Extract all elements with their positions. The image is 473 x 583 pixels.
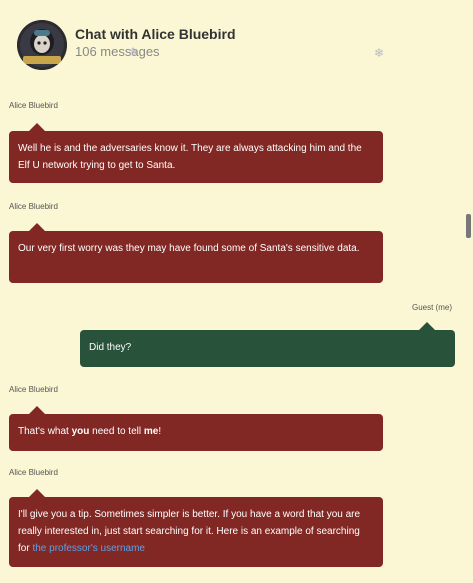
message-sender: Guest (me) bbox=[411, 303, 452, 312]
message-text-part: That's what bbox=[18, 426, 72, 437]
message-sender: Alice Bluebird bbox=[9, 202, 58, 211]
snowflake-icon: ❄ bbox=[128, 45, 139, 59]
message-text-emphasis: me bbox=[143, 426, 159, 437]
message-text-part: ! bbox=[158, 426, 162, 437]
chat-header: Chat with Alice Bluebird 106 messages ❄ … bbox=[0, 0, 473, 80]
alice-avatar-icon bbox=[17, 20, 67, 70]
message-sender: Alice Bluebird bbox=[9, 468, 58, 477]
message-text-emphasis: you bbox=[71, 426, 90, 437]
message-count: 106 messages bbox=[75, 44, 160, 59]
message-bubble: Our very first worry was they may have f… bbox=[9, 223, 383, 283]
message-bubble: That's what you need to tell me! bbox=[9, 406, 383, 451]
message-text: Did they? bbox=[89, 342, 132, 353]
snowflake-icon: ❄ bbox=[374, 46, 385, 60]
chat-title: Chat with Alice Bluebird bbox=[75, 26, 236, 42]
avatar bbox=[17, 20, 67, 70]
message-bubble: Did they? bbox=[80, 322, 455, 367]
message-sender: Alice Bluebird bbox=[9, 101, 58, 110]
scrollbar-thumb[interactable] bbox=[466, 214, 471, 238]
message-bubble: Well he is and the adversaries know it. … bbox=[9, 123, 383, 183]
message-sender: Alice Bluebird bbox=[9, 385, 58, 394]
message-text: Well he is and the adversaries know it. … bbox=[18, 143, 362, 171]
message-bubble: I'll give you a tip. Sometimes simpler i… bbox=[9, 489, 383, 567]
message-text: Our very first worry was they may have f… bbox=[18, 243, 360, 254]
message-text-part: need to tell bbox=[89, 426, 144, 437]
professor-username-link[interactable]: the professor's username bbox=[32, 543, 145, 554]
